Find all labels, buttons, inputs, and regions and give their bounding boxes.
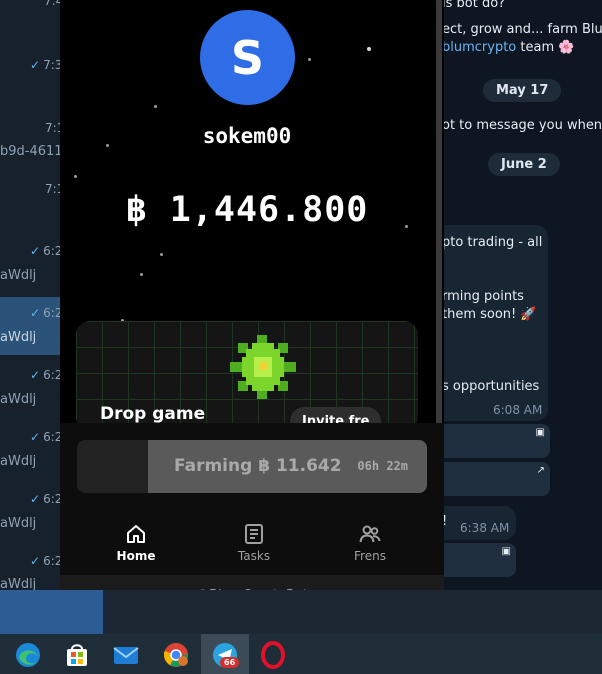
star-decoration: [160, 253, 163, 256]
date-separator: June 2: [488, 153, 560, 176]
edge-icon[interactable]: [13, 640, 43, 670]
avatar: S: [200, 10, 295, 105]
nav-frens-label: Frens: [354, 549, 386, 563]
bottom-panel: Farming ฿ 11.642 06h 22m Home Tasks Fren…: [60, 423, 444, 575]
read-check-icon: ✓: [30, 430, 41, 444]
chat-time: ✓ 6:2: [30, 368, 62, 382]
chat-snippet: aWdlj: [0, 577, 37, 590]
chat-snippet: aWdlj: [0, 454, 37, 469]
balance: ฿ 1,446.800: [125, 190, 369, 230]
chat-snippet: aWdlj: [0, 330, 37, 345]
chat-conversation-panel: is bot do? ect, grow and... farm Blum P …: [444, 0, 602, 590]
message-text: ect, grow and... farm Blum P: [444, 22, 602, 37]
nav-frens[interactable]: Frens: [330, 522, 410, 563]
star-decoration: [140, 273, 143, 276]
message-time: 6:08 AM: [493, 403, 543, 417]
farming-timer: 06h 22m: [357, 459, 408, 473]
frens-icon: [359, 525, 381, 543]
bottom-nav: Home Tasks Frens: [60, 522, 444, 570]
message-text: pto trading - all: [444, 235, 543, 250]
window-icon: ▣: [501, 546, 511, 557]
nav-home-label: Home: [116, 549, 156, 563]
message-text: s opportunities: [444, 379, 540, 394]
star-decoration: [154, 105, 157, 108]
message-text: !: [444, 514, 447, 529]
opera-icon[interactable]: [258, 640, 288, 670]
chat-list-panel: 7:4 ✓7:3 7:1 b9d-4611-a 7:1 ✓6:2 aWdlj ✓…: [0, 0, 62, 590]
chat-time: ✓ 6:2: [30, 430, 62, 444]
chat-snippet: b9d-4611-a: [0, 144, 62, 159]
window-icon: ▣: [535, 427, 545, 438]
username: sokem00: [202, 124, 292, 148]
nav-tasks[interactable]: Tasks: [214, 522, 294, 563]
message-text: rming points: [444, 289, 524, 304]
star-decoration: [74, 175, 77, 178]
scrollbar[interactable]: [436, 0, 442, 423]
chat-snippet: aWdlj: [0, 268, 37, 283]
telegram-sidebar-footer: [0, 590, 103, 634]
blum-mini-app: S sokem00 ฿ 1,446.800 Drop game Invite f…: [60, 0, 444, 617]
blum-flower-icon: [230, 335, 296, 399]
chat-time: ✓ 6:2: [30, 244, 62, 258]
message-text: is bot do?: [444, 0, 506, 11]
read-check-icon: ✓: [30, 58, 41, 72]
store-icon[interactable]: [62, 640, 92, 670]
read-check-icon: ✓: [30, 306, 41, 320]
chrome-icon[interactable]: [161, 640, 191, 670]
message-text: them soon! 🚀: [444, 307, 537, 322]
nav-tasks-label: Tasks: [237, 549, 271, 563]
chat-snippet: aWdlj: [0, 516, 37, 531]
arrow-out-icon: ↗: [536, 465, 545, 476]
read-check-icon: ✓: [30, 368, 41, 382]
message-text: ot to message you when y: [444, 118, 602, 133]
drop-game-card[interactable]: Drop game Invite fre: [76, 321, 418, 431]
nav-home[interactable]: Home: [96, 522, 176, 563]
date-separator: May 17: [483, 79, 562, 102]
tasks-icon: [245, 524, 263, 544]
telegram-unread-badge: 66: [220, 657, 240, 668]
chat-time: ✓ 6:2: [30, 306, 62, 320]
read-check-icon: ✓: [30, 554, 41, 568]
inline-button[interactable]: ↗: [444, 462, 550, 496]
read-check-icon: ✓: [30, 244, 41, 258]
game-title: Drop game: [100, 404, 206, 424]
message-time: 6:38 AM: [460, 521, 510, 535]
mail-icon[interactable]: [111, 640, 141, 670]
chat-snippet: aWdlj: [0, 392, 37, 407]
chat-time: ✓ 6:2: [30, 492, 62, 506]
star-decoration: [367, 47, 371, 51]
chat-time: ✓ 7:3: [30, 58, 62, 72]
farming-button[interactable]: Farming ฿ 11.642 06h 22m: [77, 440, 427, 493]
message-text: blumcrypto team 🌸: [444, 40, 575, 55]
read-check-icon: ✓: [30, 492, 41, 506]
inline-button[interactable]: ▣: [444, 424, 550, 458]
chat-time: ✓ 6:2: [30, 554, 62, 568]
inline-button[interactable]: ▣: [444, 543, 516, 577]
star-decoration: [308, 58, 311, 61]
farming-label: Farming ฿ 11.642: [174, 456, 342, 476]
home-icon: [127, 525, 145, 543]
team-link[interactable]: blumcrypto: [444, 40, 516, 55]
